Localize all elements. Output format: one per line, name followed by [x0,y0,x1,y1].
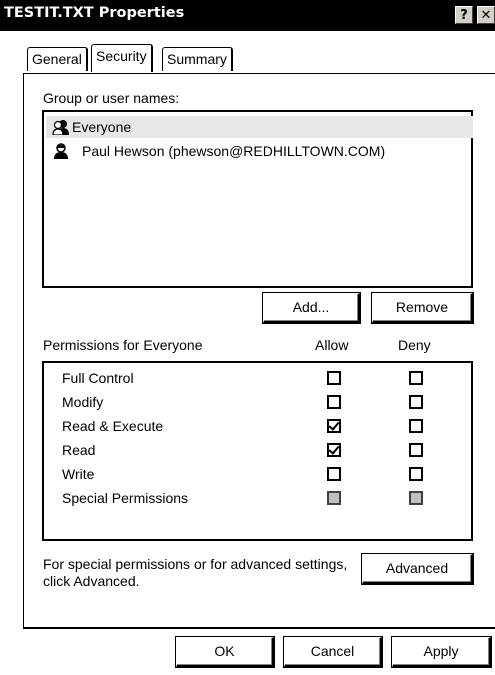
allow-read-checkbox[interactable] [327,443,341,457]
permissions-label: Permissions for Everyone [43,337,203,353]
deny-special-checkbox [409,491,423,505]
apply-button[interactable]: Apply [392,637,491,667]
close-button[interactable]: ✕ [477,6,495,24]
permission-full-control: Full Control [62,370,134,386]
tab-security[interactable]: Security [91,44,153,72]
allow-read-execute-checkbox[interactable] [327,419,341,433]
list-item-everyone[interactable]: Everyone [46,116,473,138]
deny-read-execute-checkbox[interactable] [409,419,423,433]
user-list[interactable]: Everyone Paul Hewson (phewson@REDHILLTOW… [42,110,473,288]
add-button[interactable]: Add... [263,293,360,323]
advanced-hint-line1: For special permissions or for advanced … [43,556,348,572]
permission-read: Read [62,442,96,458]
deny-write-checkbox[interactable] [409,467,423,481]
window-title: TESTIT.TXT Properties [4,5,185,21]
permission-read-execute: Read & Execute [62,418,164,434]
permission-write: Write [62,466,95,482]
remove-button[interactable]: Remove [372,293,473,323]
allow-write-checkbox[interactable] [327,467,341,481]
allow-full-control-checkbox[interactable] [327,371,341,385]
deny-modify-checkbox[interactable] [409,395,423,409]
deny-column-header: Deny [398,337,431,353]
user-name: Paul Hewson (phewson@REDHILLTOWN.COM) [82,143,386,159]
cancel-button[interactable]: Cancel [284,637,382,667]
deny-full-control-checkbox[interactable] [409,371,423,385]
help-button[interactable]: ? [455,6,473,24]
permission-special: Special Permissions [62,490,189,506]
deny-read-checkbox[interactable] [409,443,423,457]
list-item-paul-hewson[interactable]: Paul Hewson (phewson@REDHILLTOWN.COM) [46,140,473,162]
group-names-label: Group or user names: [43,90,180,106]
allow-special-checkbox [327,491,341,505]
title-bar[interactable]: TESTIT.TXT Properties ? ✕ [0,0,495,31]
tab-general[interactable]: General [27,47,88,71]
advanced-button[interactable]: Advanced [362,554,473,584]
user-name: Everyone [72,119,132,135]
permission-modify: Modify [62,394,104,410]
tab-summary[interactable]: Summary [162,47,233,71]
group-icon [52,120,69,135]
user-icon [54,143,68,159]
advanced-hint-line2: click Advanced. [43,573,140,589]
ok-button[interactable]: OK [176,637,274,667]
allow-modify-checkbox[interactable] [327,395,341,409]
permissions-list: Full Control Modify Read & Execute Read … [42,361,473,541]
allow-column-header: Allow [315,337,349,353]
